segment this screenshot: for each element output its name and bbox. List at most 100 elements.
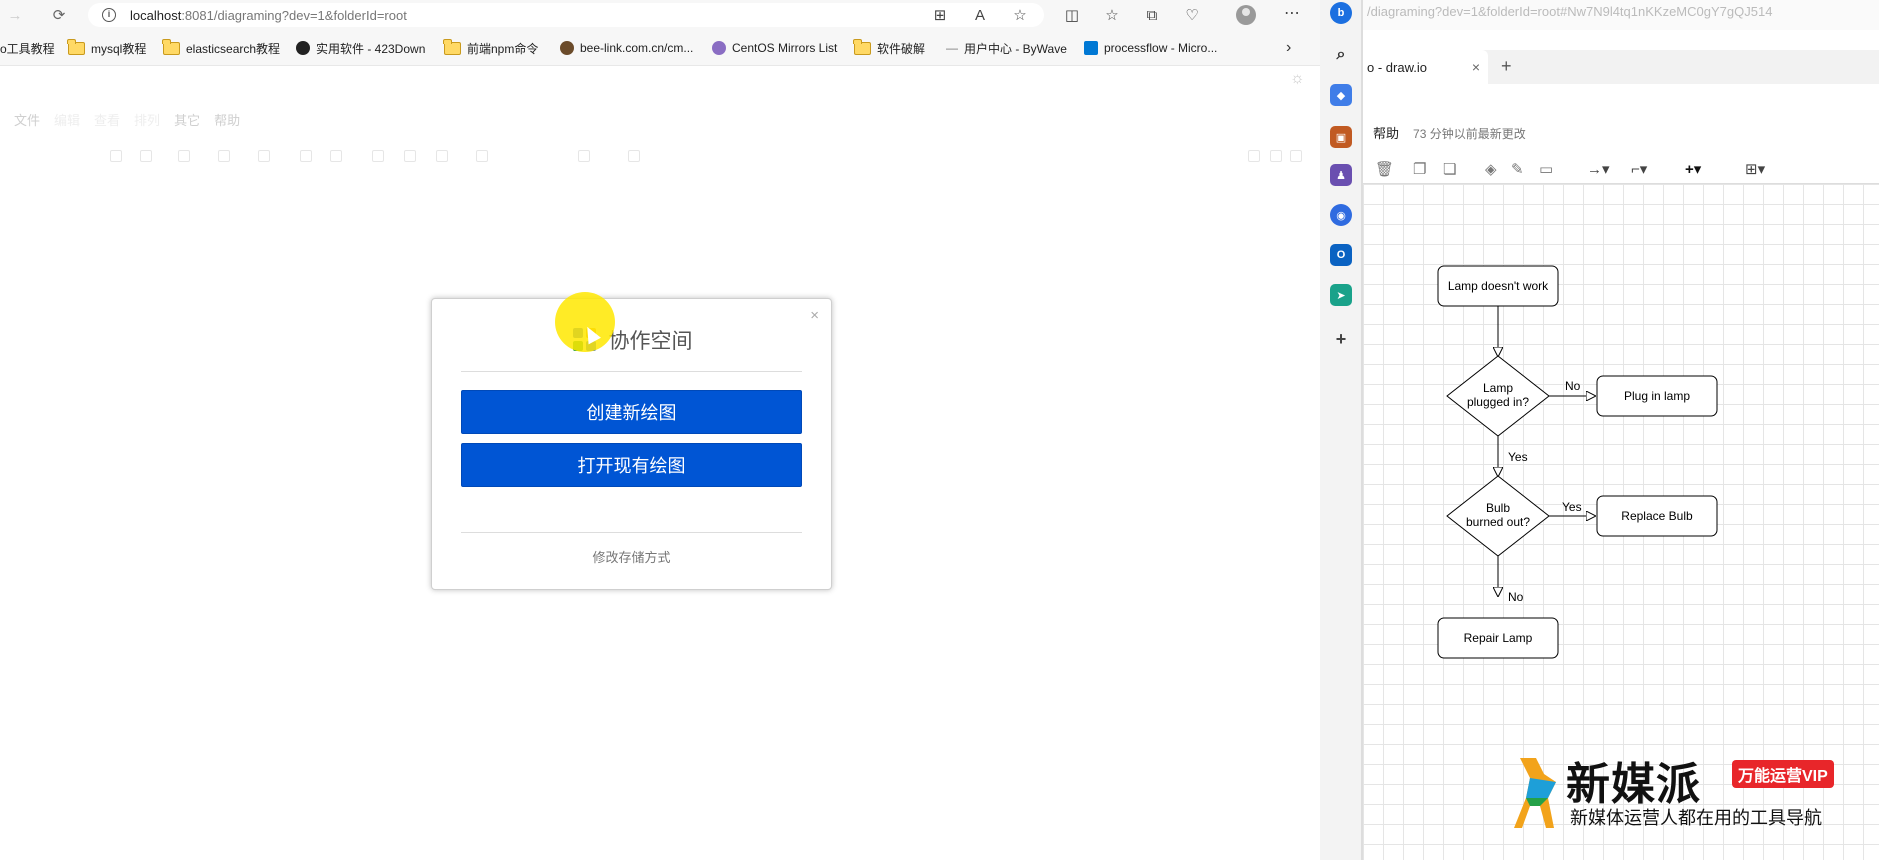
bookmark-item[interactable]: 前端npm命令 xyxy=(443,30,538,66)
menu-other[interactable]: 其它 xyxy=(174,110,200,129)
outlook-icon[interactable]: O xyxy=(1330,244,1352,266)
waypoints-icon[interactable]: ⌐▾ xyxy=(1631,160,1647,178)
theme-icon[interactable]: ☼ xyxy=(1290,70,1305,88)
line-color-icon[interactable]: ✎ xyxy=(1511,160,1524,178)
toolbar-icon[interactable] xyxy=(628,150,640,162)
site-favicon-icon xyxy=(296,41,310,55)
games-icon[interactable]: ♟ xyxy=(1330,164,1352,186)
url-path: :8081/diagraming?dev=1&folderId=root xyxy=(181,7,407,23)
divider xyxy=(461,371,802,372)
flow-node-label: Repair Lamp xyxy=(1464,631,1533,645)
app-install-icon[interactable]: ⊞ xyxy=(920,5,960,25)
watermark-subtitle: 新媒体运营人都在用的工具导航 xyxy=(1570,808,1822,828)
close-icon[interactable]: × xyxy=(1472,59,1480,75)
toolbar-icon[interactable] xyxy=(110,150,122,162)
favorites-icon[interactable]: ☆ xyxy=(1092,5,1132,25)
menu-edit[interactable]: 编辑 xyxy=(54,110,80,129)
url-field[interactable]: i localhost:8081/diagraming?dev=1&folder… xyxy=(88,3,1044,27)
app-menubar: 文件 编辑 查看 排列 其它 帮助 xyxy=(0,104,240,134)
to-front-icon[interactable]: ❐ xyxy=(1413,160,1426,178)
connection-icon[interactable]: →▾ xyxy=(1587,160,1610,178)
toolbar-icon[interactable] xyxy=(372,150,384,162)
fill-color-icon[interactable]: ◈ xyxy=(1485,160,1497,178)
read-aloud-icon[interactable]: A xyxy=(960,5,1000,25)
office-icon[interactable]: ◉ xyxy=(1330,204,1352,226)
divider xyxy=(461,532,802,533)
folder-icon xyxy=(67,38,85,55)
folder-icon xyxy=(443,38,461,55)
dash-icon: — xyxy=(946,41,958,55)
favorite-star-icon[interactable]: ☆ xyxy=(1000,5,1040,25)
toolbar-icon[interactable] xyxy=(476,150,488,162)
drawio-toolbar: 🗑 ❐ ❏ ◈ ✎ ▭ →▾ ⌐▾ +▾ ⊞▾ xyxy=(1363,152,1879,184)
to-back-icon[interactable]: ❏ xyxy=(1443,160,1456,178)
flow-node-label: Bulb xyxy=(1486,501,1510,515)
shopping-icon[interactable]: ◆ xyxy=(1330,84,1352,106)
refresh-icon[interactable]: ⟳ xyxy=(44,0,74,30)
more-menu-icon[interactable]: ⋯ xyxy=(1284,3,1300,23)
bookmark-item[interactable]: elasticsearch教程 xyxy=(162,30,280,66)
bookmark-item[interactable]: CentOS Mirrors List xyxy=(712,30,837,66)
create-diagram-button[interactable]: 创建新绘图 xyxy=(461,390,802,434)
flow-node-label: Plug in lamp xyxy=(1624,389,1690,403)
bookmark-item[interactable]: o工具教程 xyxy=(0,30,55,66)
add-icon[interactable]: + xyxy=(1330,328,1352,350)
shadow-icon[interactable]: ▭ xyxy=(1539,160,1553,178)
change-storage-link[interactable]: 修改存储方式 xyxy=(432,547,831,566)
search-icon[interactable]: ⌕ xyxy=(1330,44,1352,66)
bing-icon[interactable]: b xyxy=(1330,2,1352,24)
collapse-icon[interactable] xyxy=(1290,150,1302,162)
toolbar-icon[interactable] xyxy=(578,150,590,162)
azure-icon xyxy=(1084,41,1098,55)
send-icon[interactable]: ➤ xyxy=(1330,284,1352,306)
bookmark-item[interactable]: bee-link.com.cn/cm... xyxy=(560,30,693,66)
back-icon[interactable]: → xyxy=(0,0,30,30)
tab-title: o - draw.io xyxy=(1367,59,1427,75)
fullscreen-icon[interactable] xyxy=(1248,150,1260,162)
split-screen-icon[interactable]: ◫ xyxy=(1052,5,1092,25)
toolbar-icon[interactable] xyxy=(330,150,342,162)
menu-arrange[interactable]: 排列 xyxy=(134,110,160,129)
bookmark-item[interactable]: 软件破解 xyxy=(853,30,925,66)
menu-help[interactable]: 帮助 xyxy=(1373,126,1399,141)
bookmark-item[interactable]: processflow - Micro... xyxy=(1084,30,1217,66)
toolbar-icon[interactable] xyxy=(178,150,190,162)
browser-essentials-icon[interactable]: ♡ xyxy=(1172,5,1212,25)
collections-icon[interactable]: ⧉ xyxy=(1132,5,1172,25)
chevron-right-icon[interactable]: › xyxy=(1286,39,1291,57)
tab-drawio[interactable]: o - draw.io × xyxy=(1363,50,1488,84)
profile-avatar[interactable] xyxy=(1236,5,1256,25)
menu-help[interactable]: 帮助 xyxy=(214,110,240,129)
toolbar-icon[interactable] xyxy=(404,150,416,162)
toolbar-icon[interactable] xyxy=(258,150,270,162)
dialog-title: 协作空间 xyxy=(608,330,693,353)
bookmark-item[interactable]: 实用软件 - 423Down xyxy=(296,30,425,66)
app-toolbar xyxy=(0,142,1320,168)
bookmark-item[interactable]: mysql教程 xyxy=(67,30,146,66)
bookmark-item[interactable]: — 用户中心 - ByWave xyxy=(946,30,1067,66)
folder-icon xyxy=(853,38,871,55)
delete-icon[interactable]: 🗑 xyxy=(1375,160,1394,178)
site-favicon-icon xyxy=(712,41,726,55)
tab-bar: o - draw.io × + xyxy=(1363,50,1879,84)
flow-edge-label: No xyxy=(1565,379,1581,393)
menu-file[interactable]: 文件 xyxy=(14,110,40,129)
cursor-highlight xyxy=(555,292,615,352)
toolbar-icon[interactable] xyxy=(300,150,312,162)
toolbar-icon[interactable] xyxy=(436,150,448,162)
toolbar-icon[interactable] xyxy=(140,150,152,162)
toolbar-icon[interactable] xyxy=(218,150,230,162)
last-change-status[interactable]: 73 分钟以前最新更改 xyxy=(1413,127,1526,141)
insert-icon[interactable]: +▾ xyxy=(1685,160,1701,178)
browser-address-bar: → ⟳ i localhost:8081/diagraming?dev=1&fo… xyxy=(0,0,1325,30)
deer-logo-icon xyxy=(1514,758,1556,828)
new-tab-icon[interactable]: + xyxy=(1501,56,1512,77)
site-info-icon[interactable]: i xyxy=(102,8,116,22)
close-icon[interactable]: × xyxy=(810,307,819,324)
collapse-icon[interactable] xyxy=(1270,150,1282,162)
menu-view[interactable]: 查看 xyxy=(94,110,120,129)
tools-icon[interactable]: ▣ xyxy=(1330,126,1352,148)
open-diagram-button[interactable]: 打开现有绘图 xyxy=(461,443,802,487)
url-host: localhost xyxy=(130,7,182,23)
table-icon[interactable]: ⊞▾ xyxy=(1745,160,1765,178)
